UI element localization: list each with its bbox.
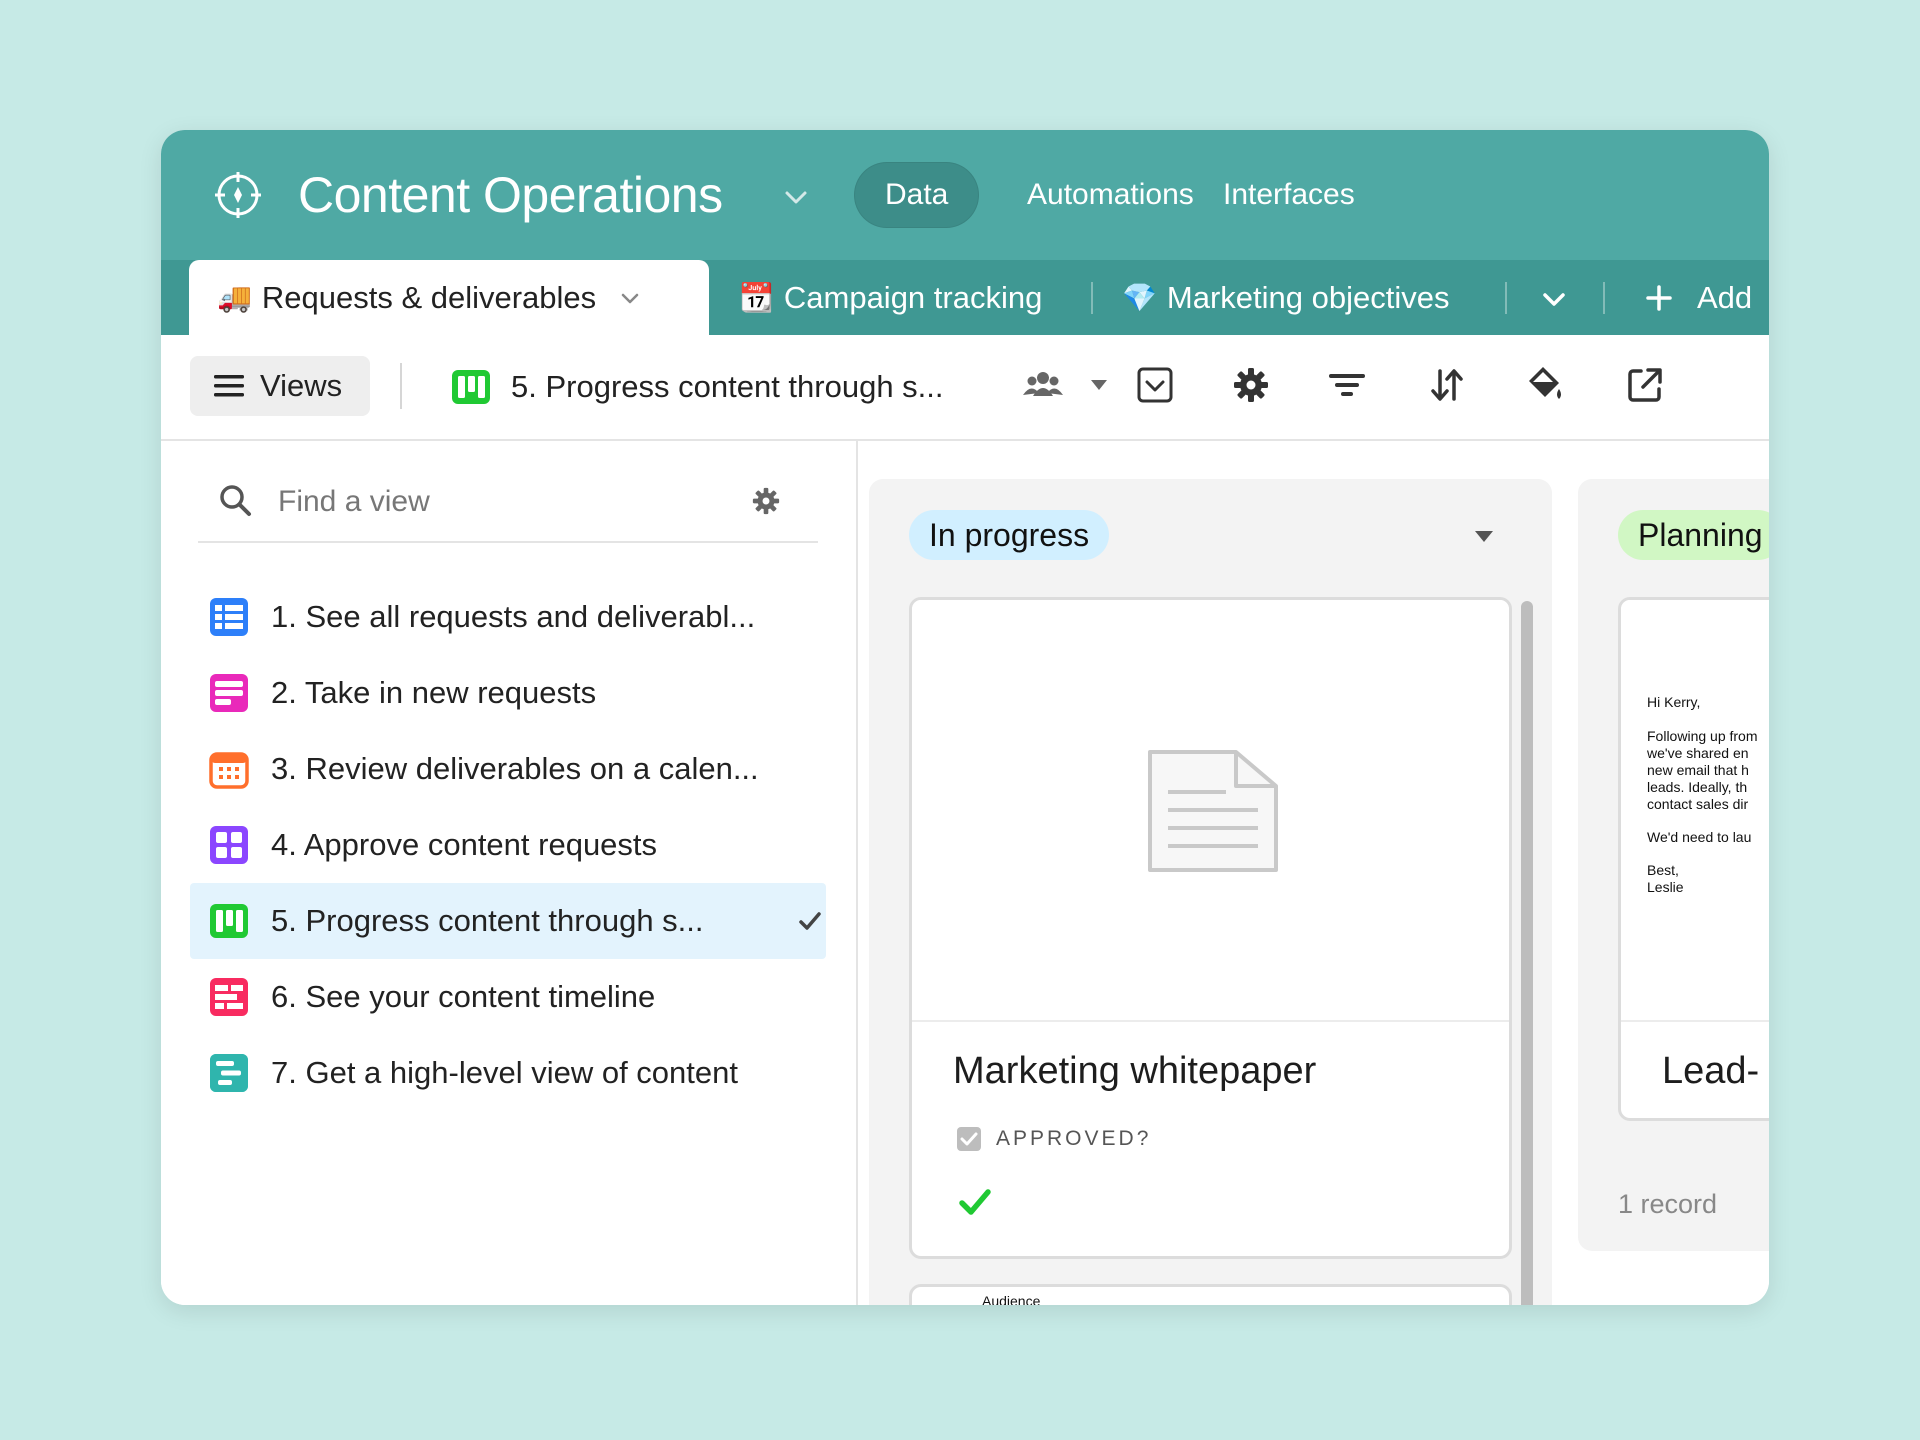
- letter-line: contact sales dir: [1647, 796, 1749, 812]
- caret-down-icon[interactable]: [1077, 363, 1121, 407]
- nav-data[interactable]: Data: [854, 162, 980, 228]
- plus-icon: [1646, 284, 1672, 311]
- sidebar-item-view-6[interactable]: 6. See your content timeline: [190, 959, 826, 1035]
- grid-view-icon: [210, 598, 248, 636]
- sidebar-item-view-7[interactable]: 7. Get a high-level view of content: [190, 1035, 826, 1111]
- view-toolbar: Views 5. Progress content through s...: [161, 335, 1769, 441]
- view-label: 3. Review deliverables on a calen...: [271, 751, 759, 786]
- letter-line: We'd need to lau: [1647, 829, 1752, 845]
- view-label: 4. Approve content requests: [271, 827, 658, 862]
- kanban-card[interactable]: Audience: [909, 1284, 1512, 1305]
- views-button[interactable]: Views: [190, 356, 370, 416]
- calendar-view-icon: [209, 752, 249, 789]
- kanban-card[interactable]: Hi Kerry, Following up from we've shared…: [1618, 597, 1769, 1121]
- kanban-view-icon: [452, 370, 490, 404]
- view-label: 1. See all requests and deliverabl...: [271, 599, 756, 634]
- chevron-down-icon[interactable]: [618, 286, 642, 310]
- calendar-icon: 📆: [739, 282, 774, 313]
- sidebar-item-view-3[interactable]: 3. Review deliverables on a calen...: [190, 731, 826, 807]
- tab-requests-deliverables-label[interactable]: 🚚 Requests & deliverables: [217, 260, 642, 335]
- toolbar-divider: [400, 363, 402, 409]
- sidebar-item-view-1[interactable]: 1. See all requests and deliverabl...: [190, 579, 826, 655]
- document-icon: [1148, 750, 1278, 872]
- kanban-column-in-progress: In progress Marketing whitepaper APPROVE…: [869, 479, 1552, 1305]
- find-view-input[interactable]: [276, 479, 720, 525]
- letter-line: we've shared en: [1647, 745, 1749, 761]
- column-scrollbar[interactable]: [1521, 601, 1533, 1305]
- gear-icon[interactable]: [1229, 363, 1273, 407]
- view-label: 5. Progress content through s...: [271, 903, 704, 938]
- share-export-icon[interactable]: [1623, 363, 1667, 407]
- search-icon: [220, 485, 251, 516]
- letter-line: Leslie: [1647, 879, 1684, 895]
- view-search: [198, 461, 818, 543]
- hamburger-icon: [214, 375, 244, 397]
- tab-label: Requests & deliverables: [261, 280, 597, 315]
- kanban-card[interactable]: Marketing whitepaper APPROVED?: [909, 597, 1512, 1259]
- tab-divider: [1603, 282, 1605, 314]
- view-label: 6. See your content timeline: [271, 979, 656, 1014]
- approved-checkmark-icon: [959, 1189, 991, 1215]
- record-count: 1 record: [1618, 1189, 1718, 1219]
- card-attachment-cover: [912, 600, 1509, 1022]
- letter-line: Best,: [1647, 862, 1679, 878]
- views-sidebar: 1. See all requests and deliverabl... 2.…: [161, 441, 858, 1305]
- gem-icon: 💎: [1122, 282, 1157, 313]
- view-label: 2. Take in new requests: [271, 675, 597, 710]
- card-cover-text: Audience: [982, 1293, 1041, 1305]
- letter-line: Following up from: [1647, 728, 1758, 744]
- truck-icon: 🚚: [217, 282, 252, 313]
- nav-interfaces[interactable]: Interfaces: [1223, 162, 1355, 228]
- letter-line: Hi Kerry,: [1647, 694, 1701, 710]
- sidebar-item-view-2[interactable]: 2. Take in new requests: [190, 655, 826, 731]
- kanban-board: In progress Marketing whitepaper APPROVE…: [858, 441, 1769, 1305]
- nav-automations[interactable]: Automations: [1027, 162, 1194, 228]
- add-table-button[interactable]: Add: [1645, 260, 1752, 335]
- tab-label: Campaign tracking: [783, 280, 1043, 315]
- compass-icon[interactable]: [213, 170, 263, 220]
- card-title: Lead-: [1662, 1050, 1760, 1092]
- more-tables-chevron-icon[interactable]: [1539, 284, 1569, 314]
- timeline-view-icon: [210, 978, 248, 1016]
- column-label[interactable]: In progress: [909, 510, 1110, 560]
- current-view-label: 5. Progress content through s...: [511, 369, 944, 404]
- sidebar-item-view-5[interactable]: 5. Progress content through s...: [190, 883, 826, 959]
- sort-icon[interactable]: [1425, 363, 1469, 407]
- kanban-column-planning: Planning Hi Kerry, Following up from we'…: [1578, 479, 1769, 1251]
- tab-marketing-objectives[interactable]: 💎 Marketing objectives: [1122, 260, 1449, 335]
- chevron-down-icon[interactable]: [781, 182, 811, 212]
- card-title: Marketing whitepaper: [953, 1050, 1317, 1092]
- add-label: Add: [1697, 280, 1753, 315]
- caret-down-icon[interactable]: [1471, 523, 1497, 549]
- approved-field-label: APPROVED?: [956, 1126, 1151, 1152]
- collaborators-icon[interactable]: [1021, 363, 1065, 407]
- customize-cards-icon[interactable]: [1133, 363, 1177, 407]
- top-bar: Content Operations Data Automations Inte…: [161, 130, 1769, 260]
- checkbox-field-icon: [957, 1127, 981, 1151]
- tab-divider: [1091, 282, 1093, 314]
- tab-divider: [1505, 282, 1507, 314]
- views-label: Views: [260, 368, 343, 403]
- color-bucket-icon[interactable]: [1523, 363, 1567, 407]
- current-view-name[interactable]: 5. Progress content through s...: [451, 357, 944, 417]
- tab-campaign-tracking[interactable]: 📆 Campaign tracking: [739, 260, 1042, 335]
- letter-line: new email that h: [1647, 762, 1749, 778]
- card-attachment-cover: Hi Kerry, Following up from we've shared…: [1621, 600, 1769, 1022]
- sidebar-item-view-4[interactable]: 4. Approve content requests: [190, 807, 826, 883]
- form-view-icon: [210, 674, 248, 712]
- app-window: Content Operations Data Automations Inte…: [161, 130, 1769, 1305]
- checkmark-icon: [799, 912, 821, 930]
- gear-icon[interactable]: [749, 484, 783, 518]
- kanban-view-icon: [210, 904, 248, 938]
- field-name: APPROVED?: [996, 1127, 1152, 1150]
- base-title[interactable]: Content Operations: [298, 160, 723, 230]
- column-label[interactable]: Planning: [1618, 510, 1769, 560]
- view-label: 7. Get a high-level view of content: [271, 1055, 738, 1090]
- filter-icon[interactable]: [1325, 363, 1369, 407]
- tab-label: Marketing objectives: [1166, 280, 1450, 315]
- gantt-view-icon: [210, 1054, 248, 1092]
- letter-line: leads. Ideally, th: [1647, 779, 1748, 795]
- gallery-view-icon: [210, 826, 248, 864]
